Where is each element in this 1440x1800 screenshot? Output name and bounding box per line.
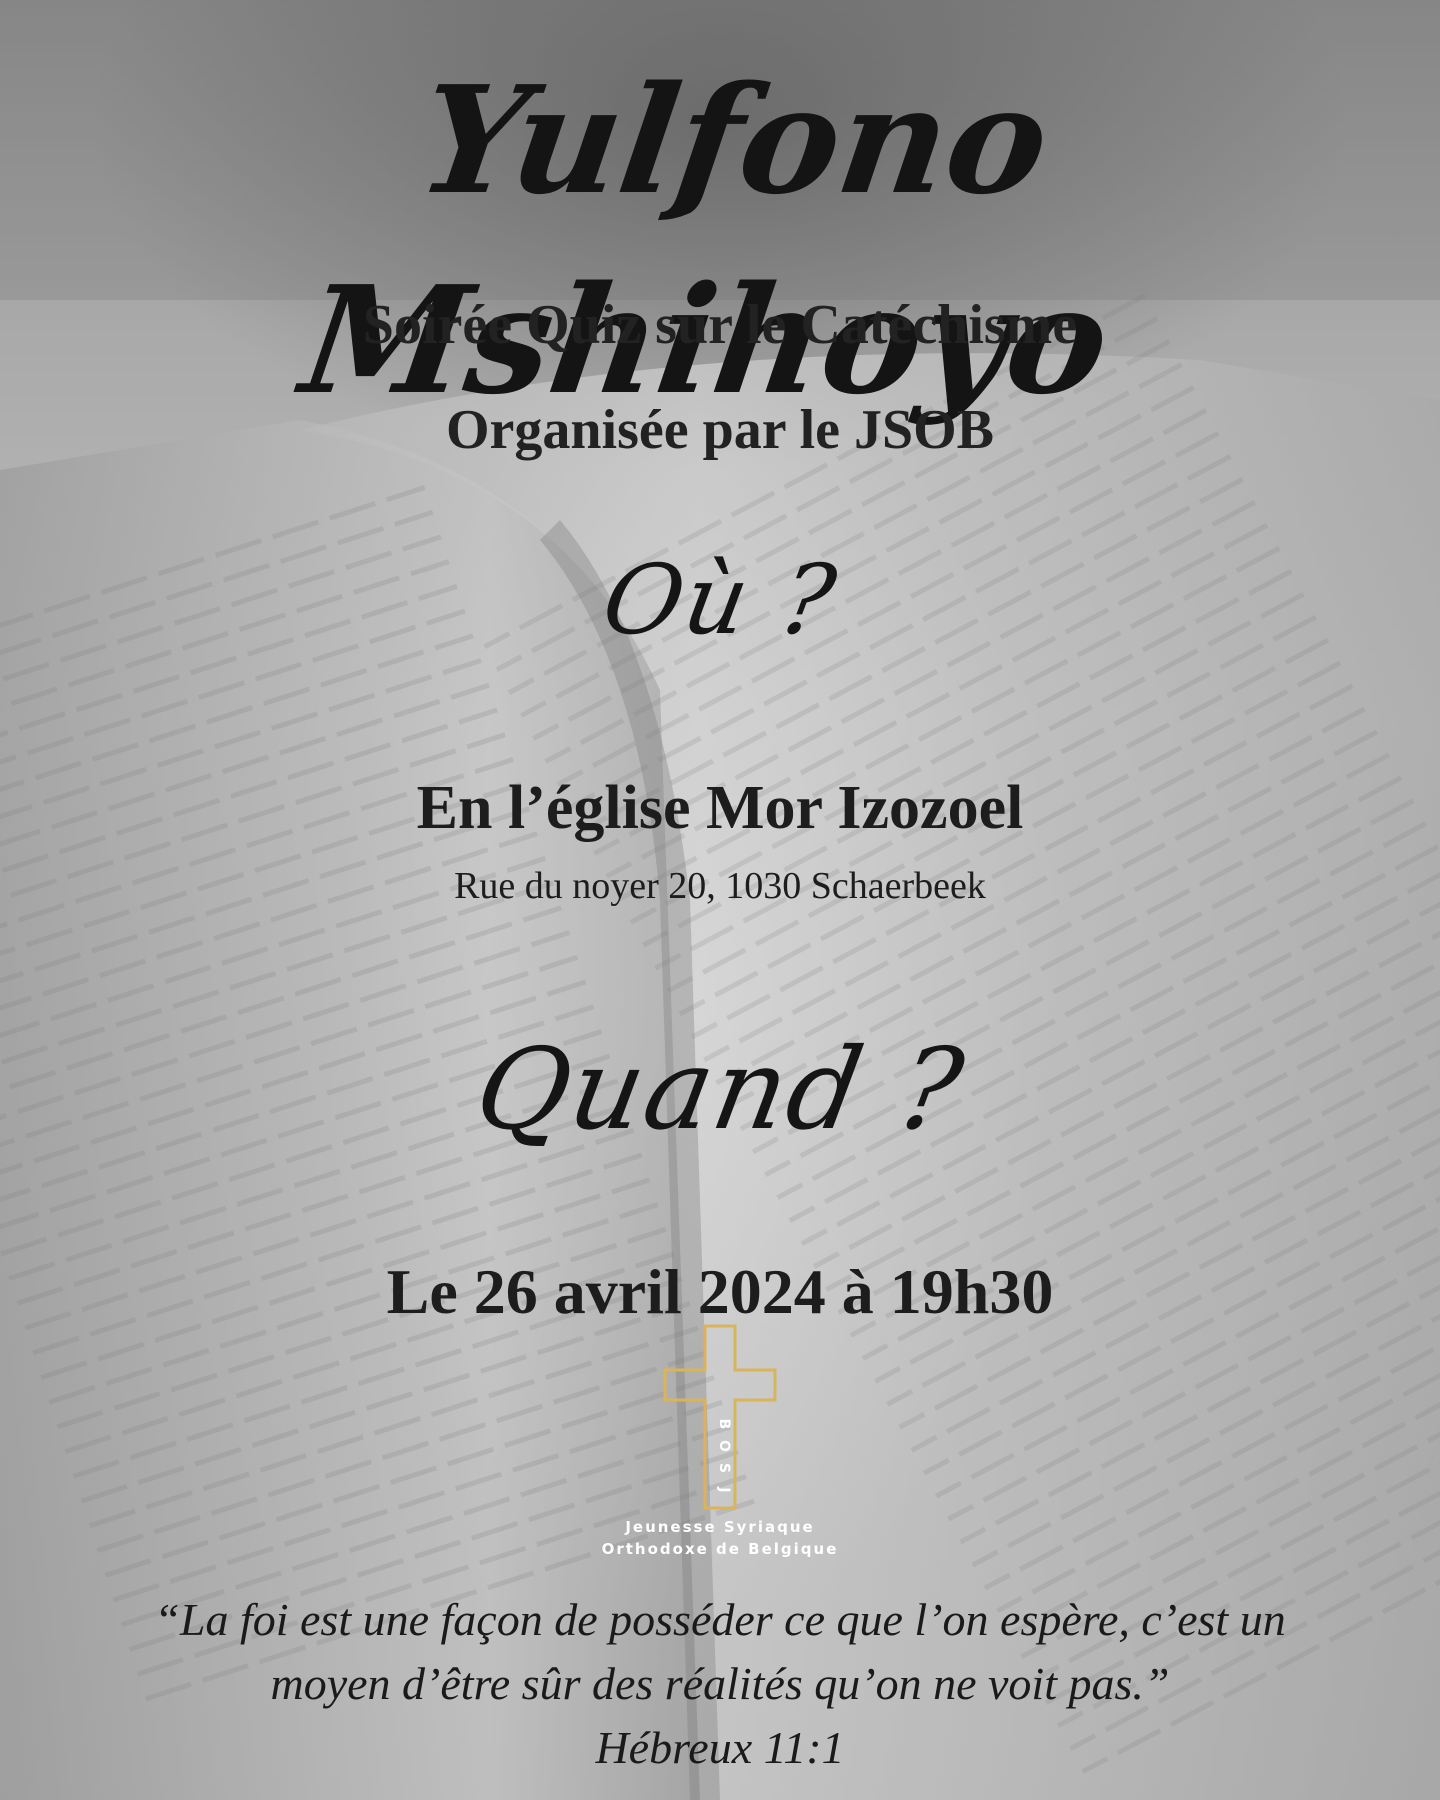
poster: Yulfono Mshihoyo Soirée Quiz sur le Caté…	[0, 0, 1440, 1800]
quote-line-2: moyen d’être sûr des réalités qu’on ne v…	[270, 1658, 1170, 1709]
svg-text:O: O	[716, 1440, 732, 1452]
logo-line-2: Orthodoxe de Belgique	[601, 1540, 839, 1558]
when-heading: Quand ?	[466, 1025, 974, 1155]
logo-line-1: Jeunesse Syriaque	[625, 1518, 815, 1536]
bible-quote: “La foi est une façon de posséder ce que…	[0, 1588, 1440, 1716]
svg-text:S: S	[716, 1463, 732, 1473]
event-date: Le 26 avril 2024 à 19h30	[386, 1256, 1054, 1327]
quote-reference: Hébreux 11:1	[595, 1722, 845, 1773]
quote-line-1: “La foi est une façon de posséder ce que…	[154, 1594, 1286, 1645]
event-subtitle: Soirée Quiz sur le Catéchisme	[362, 294, 1078, 356]
svg-text:J: J	[716, 1486, 732, 1492]
organizer-text: Organisée par le JSOB	[445, 399, 995, 461]
where-heading: Où ?	[594, 544, 846, 656]
svg-text:B: B	[716, 1419, 732, 1430]
venue-address: Rue du noyer 20, 1030 Schaerbeek	[454, 865, 986, 907]
event-title: Yulfono Mshihoyo	[292, 53, 1120, 427]
cross-icon: B O S J	[663, 1324, 777, 1510]
venue-name: En l’église Mor Izozoel	[416, 774, 1024, 842]
jsob-logo: B O S J Jeunesse Syriaque Orthodoxe de B…	[560, 1322, 880, 1562]
